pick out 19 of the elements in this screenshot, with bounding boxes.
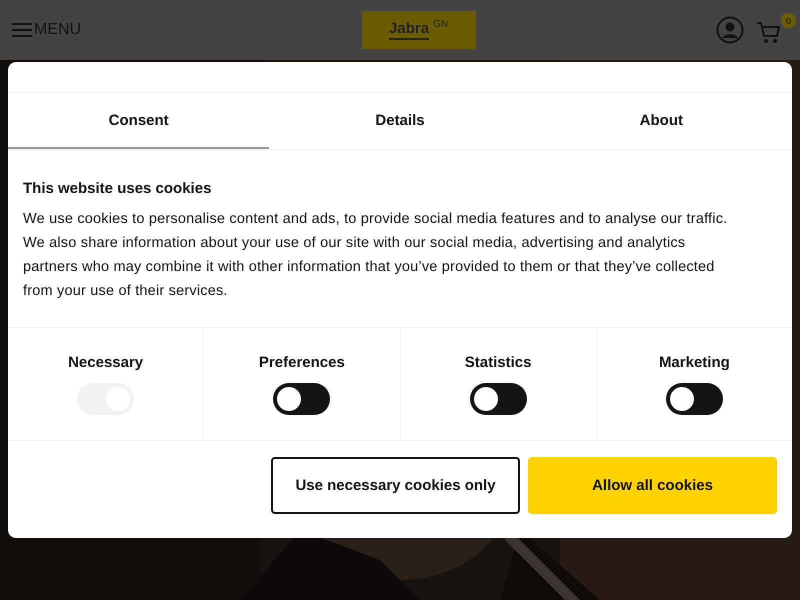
menu-icon (12, 22, 32, 38)
toggle-label: Preferences (258, 354, 345, 371)
toggle-switch[interactable] (470, 383, 527, 415)
allow-all-button[interactable]: Allow all cookies (528, 457, 777, 514)
logo-text: Jabra (389, 20, 430, 40)
dialog-text: We use cookies to personalise content and ads, to provide social media features and to analyse our traffic. We also share information about your use of our site with our social media, advertising and analytics partners who may combine it with other information that you’ve provided to them or that they’ve collected from your use of their services. (23, 210, 728, 301)
toggle-label: Marketing (658, 354, 730, 371)
dialog-heading: This website uses cookies (23, 180, 212, 197)
logo-mark: GN (433, 19, 448, 30)
tab[interactable]: About (530, 93, 792, 149)
toggle-label: Statistics (464, 354, 532, 371)
cart-icon (756, 21, 782, 45)
toggle-switch[interactable] (666, 383, 723, 415)
toggle-switch[interactable] (273, 383, 330, 415)
cart-count-badge: 0 (780, 13, 796, 28)
necessary-only-button[interactable]: Use necessary cookies only (271, 457, 520, 514)
tab[interactable]: Details (269, 93, 531, 149)
tab[interactable]: Consent (8, 93, 270, 149)
toggle-label: Necessary (68, 354, 144, 371)
